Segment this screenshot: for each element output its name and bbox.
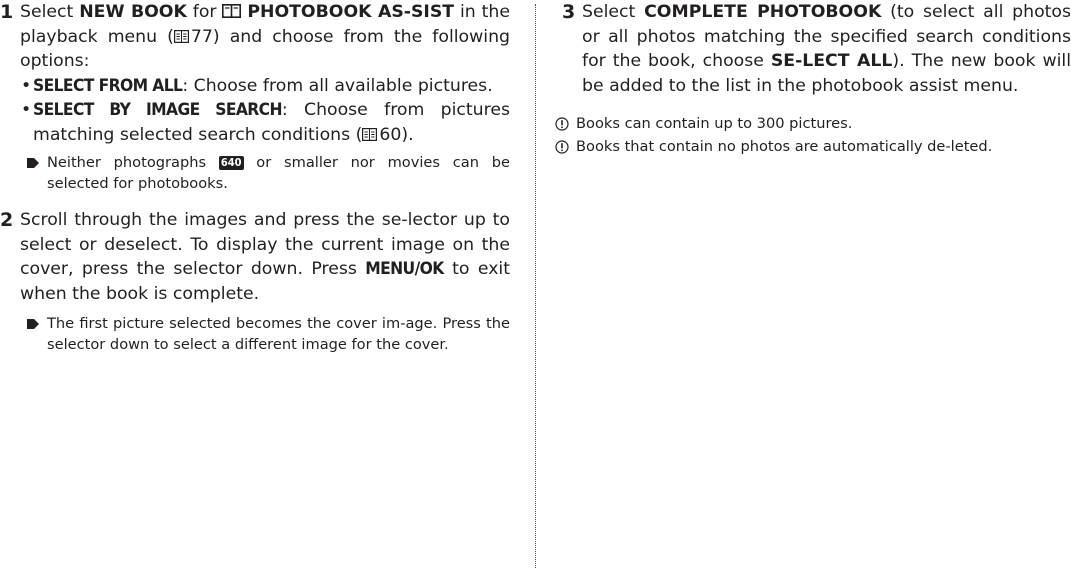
column-divider <box>535 4 536 568</box>
caution-icon <box>555 139 569 154</box>
left-column: 1 Select NEW BOOK for PHOTOBOOK AS-SIST … <box>0 0 510 355</box>
new-book-keyword: NEW BOOK <box>79 2 187 22</box>
step-1-text: Select NEW BOOK for PHOTOBOOK AS-SIST in… <box>20 2 510 71</box>
step-2: 2 Scroll through the images and press th… <box>0 208 510 355</box>
option-select-by-image-search: • SELECT BY IMAGE SEARCH: Choose from pic… <box>21 100 510 145</box>
step-3: 3 Select COMPLETE PHOTOBOOK (to select a… <box>555 0 1071 98</box>
note-cover-image: The first picture selected becomes the c… <box>26 314 510 355</box>
note-photobook-restriction: Neither photographs 640 or smaller nor m… <box>26 153 510 194</box>
step-number: 2 <box>0 209 14 231</box>
select-all-keyword: SE-LECT ALL <box>770 51 893 71</box>
step-1: 1 Select NEW BOOK for PHOTOBOOK AS-SIST … <box>0 0 510 194</box>
step-number: 3 <box>562 1 576 23</box>
image-size-640-icon: 640 <box>218 156 244 170</box>
step-number: 1 <box>0 1 14 23</box>
page-reference-icon <box>362 127 378 141</box>
photobook-icon <box>222 4 242 18</box>
right-column: 3 Select COMPLETE PHOTOBOOK (to select a… <box>555 0 1071 157</box>
complete-photobook-keyword: COMPLETE PHOTOBOOK <box>644 2 882 22</box>
step-3-text: Select COMPLETE PHOTOBOOK (to select all… <box>582 2 1071 96</box>
option-select-from-all: • SELECT FROM ALL: Choose from all availa… <box>21 75 493 96</box>
caution-icon <box>555 117 569 131</box>
caution-item: Books can contain up to 300 pictures. <box>555 114 1071 135</box>
photobook-assist-keyword: PHOTOBOOK AS-SIST <box>247 2 455 22</box>
note-icon <box>27 319 39 329</box>
menu-ok-keyword: MENU/OK <box>365 259 444 279</box>
options-list: • SELECT FROM ALL: Choose from all availa… <box>0 74 510 148</box>
page-reference-icon <box>173 29 189 43</box>
cautions-list: Books can contain up to 300 pictures. Bo… <box>555 114 1071 157</box>
note-icon <box>27 158 39 168</box>
step-2-text: Scroll through the images and press the … <box>20 210 511 304</box>
caution-item: Books that contain no photos are automat… <box>555 137 1071 158</box>
